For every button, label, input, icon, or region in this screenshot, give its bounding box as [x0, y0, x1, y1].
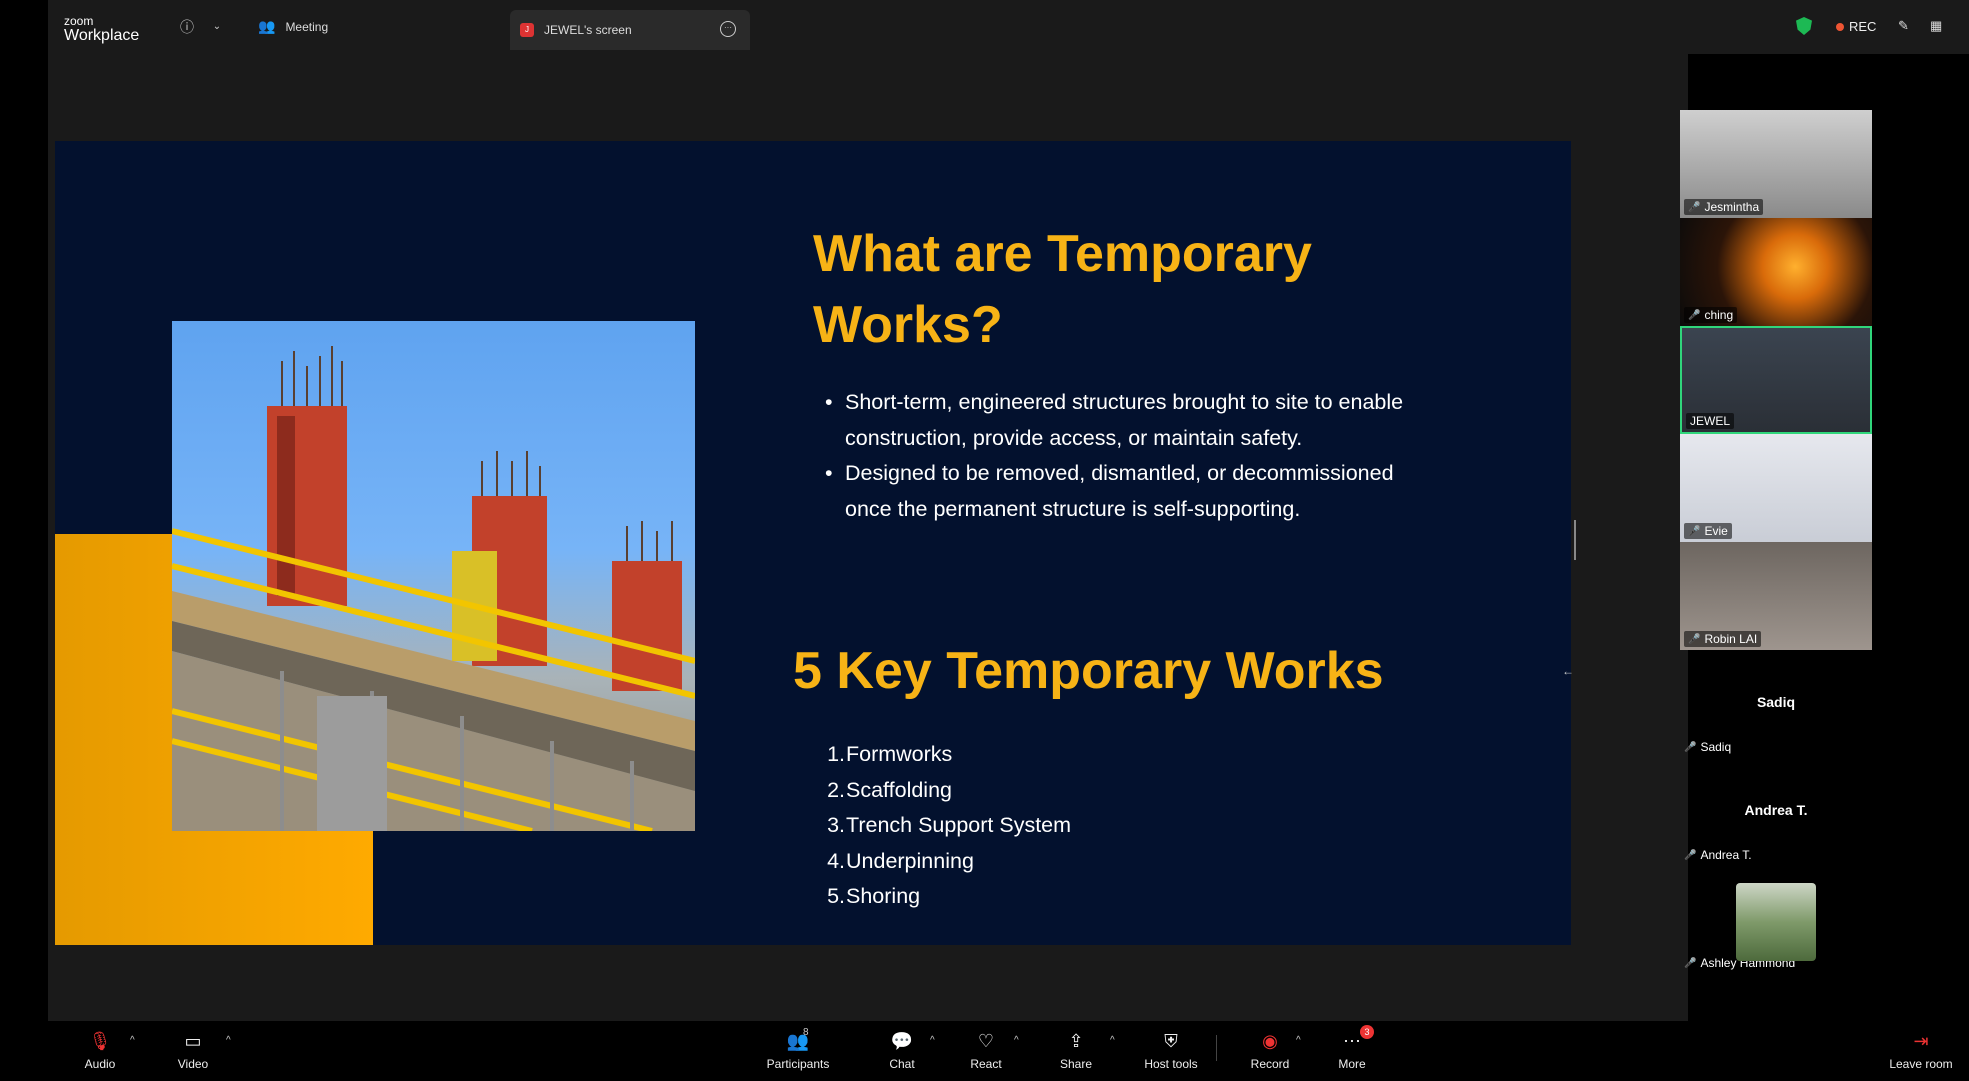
- bottom-toolbar: 🎙 Audio ^ ▭ Video ^ 👥 8 Participants 💬 C…: [48, 1021, 1969, 1081]
- construction-illustration: [172, 346, 695, 831]
- rec-label: REC: [1849, 19, 1877, 34]
- participant-tile[interactable]: 🎤 Evie: [1680, 434, 1872, 542]
- participant-tile[interactable]: 🎤 Robin LAI: [1680, 542, 1872, 650]
- mic-off-icon: 🎤: [1688, 309, 1701, 321]
- list-item: 2. Scaffolding: [827, 777, 952, 802]
- video-options-caret[interactable]: ^: [226, 1035, 231, 1046]
- participants-icon: 👥: [786, 1031, 810, 1051]
- audio-options-caret[interactable]: ^: [130, 1035, 135, 1046]
- react-options-caret[interactable]: ^: [1014, 1035, 1019, 1046]
- slide-bullet: Designed to be removed, dismantled, or d…: [825, 456, 1445, 527]
- mic-off-icon: 🎤: [1688, 201, 1701, 213]
- list-item: 5. Shoring: [827, 884, 921, 908]
- list-item: 3. Trench Support System: [827, 813, 1072, 837]
- construction-photo: [172, 321, 695, 831]
- screen-share-avatar: J: [520, 23, 534, 37]
- leave-icon: ⇥: [1913, 1031, 1929, 1051]
- participant-tile[interactable]: 🎤 ching: [1680, 218, 1872, 326]
- slide-title: What are Temporary Works?: [813, 225, 1312, 354]
- left-strip: [0, 0, 48, 1081]
- mic-off-icon: 🎤: [1688, 525, 1701, 537]
- tab-meeting[interactable]: 👥 Meeting: [258, 18, 328, 35]
- slide-numbered-list: 1. Formworks 2. Scaffolding 3. Trench Suppo…: [825, 737, 1071, 915]
- splitter-handle[interactable]: [1574, 520, 1576, 560]
- more-icon[interactable]: ···: [720, 21, 736, 37]
- logo-top: zoom: [64, 14, 94, 28]
- share-button[interactable]: ⇪ Share: [1036, 1029, 1116, 1071]
- participant-name-tile[interactable]: Sadiq: [1680, 694, 1872, 710]
- logo-bottom: Workplace: [64, 27, 140, 44]
- participant-name-tile[interactable]: Andrea T.: [1680, 802, 1872, 818]
- more-button[interactable]: ⋯ 3 More: [1312, 1025, 1392, 1071]
- mic-off-icon: 🎤: [1684, 741, 1697, 753]
- mic-off-icon: 🎙: [88, 1031, 112, 1051]
- participants-button[interactable]: 👥 8 Participants: [753, 1027, 843, 1071]
- participant-tile-active-speaker[interactable]: JEWEL: [1680, 326, 1872, 434]
- participants-icon: 👥: [258, 18, 276, 34]
- tab-screen-label: JEWEL's screen: [544, 23, 632, 37]
- app-logo: zoom Workplace: [64, 15, 139, 44]
- top-bar: zoom Workplace ⓘ ⌄ 👥 Meeting J JEWEL's s…: [48, 0, 1969, 54]
- host-tools-button[interactable]: ⛨ Host tools: [1126, 1029, 1216, 1071]
- chevron-down-icon[interactable]: ⌄: [208, 18, 226, 36]
- tab-meeting-label: Meeting: [285, 19, 329, 34]
- audio-button[interactable]: 🎙 Audio: [60, 1029, 140, 1071]
- slide-subtitle: 5 Key Temporary Works: [793, 642, 1384, 700]
- tab-shared-screen[interactable]: J JEWEL's screen ···: [510, 10, 750, 50]
- recording-indicator[interactable]: REC: [1836, 19, 1876, 34]
- record-dot-icon: [1836, 22, 1844, 31]
- share-options-caret[interactable]: ^: [1110, 1035, 1115, 1046]
- mic-off-icon: 🎤: [1688, 633, 1701, 645]
- shield-icon[interactable]: [1796, 17, 1812, 35]
- leave-room-button[interactable]: ⇥ Leave room: [1878, 1029, 1964, 1071]
- record-options-caret[interactable]: ^: [1296, 1035, 1301, 1046]
- pen-icon[interactable]: ✎: [1898, 18, 1909, 34]
- video-icon: ▭: [184, 1031, 202, 1051]
- participant-label: 🎤 Andrea T.: [1684, 848, 1752, 862]
- share-icon: ⇪: [1068, 1031, 1084, 1051]
- info-icon[interactable]: ⓘ: [178, 18, 196, 36]
- arrow-left-icon: ←: [1562, 664, 1574, 678]
- video-button[interactable]: ▭ Video: [153, 1029, 233, 1071]
- participant-tile[interactable]: 🎤 Jesmintha: [1680, 110, 1872, 218]
- toolbar-divider: [1216, 1035, 1217, 1061]
- chat-options-caret[interactable]: ^: [930, 1035, 935, 1046]
- slide-bullet-list: Short-term, engineered structures brough…: [825, 385, 1445, 527]
- mic-off-icon: 🎤: [1684, 849, 1697, 861]
- participant-avatar[interactable]: [1736, 883, 1816, 961]
- slide-bullet: Short-term, engineered structures brough…: [825, 385, 1445, 456]
- participant-label: 🎤 Sadiq: [1684, 740, 1732, 754]
- layout-icon[interactable]: ▦: [1930, 18, 1942, 34]
- shared-slide: What are Temporary Works? Short-term, en…: [55, 141, 1571, 945]
- more-icon: ⋯: [1343, 1031, 1361, 1051]
- mic-off-icon: 🎤: [1684, 957, 1697, 969]
- list-item: 1. Formworks: [827, 742, 953, 766]
- list-item: 4. Underpinning: [827, 848, 974, 873]
- host-tools-icon: ⛨: [1164, 1031, 1178, 1051]
